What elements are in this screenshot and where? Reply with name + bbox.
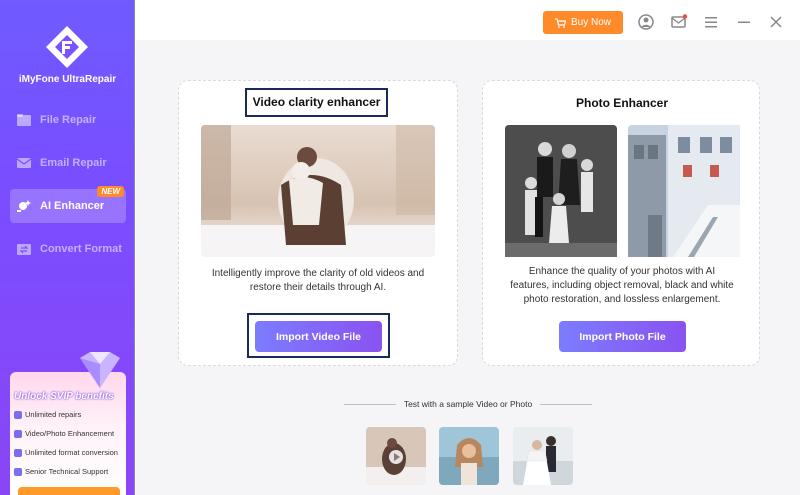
sample-photo-thumbnail-woman[interactable] <box>439 427 499 485</box>
cart-icon <box>554 17 566 28</box>
sidebar-item-convert-format[interactable]: Convert Format <box>10 232 126 266</box>
close-icon[interactable] <box>767 13 785 31</box>
convert-format-icon <box>17 244 31 255</box>
video-card-description: Intelligently improve the clarity of old… <box>211 268 425 293</box>
svip-benefit: Unlimited repairs <box>14 410 81 419</box>
svip-benefit: Senior Technical Support <box>14 467 108 476</box>
benefit-icon <box>14 410 22 419</box>
sidebar-item-label: AI Enhancer <box>40 200 105 212</box>
menu-icon[interactable] <box>702 13 720 31</box>
app-logo-icon <box>46 26 88 68</box>
sidebar-item-label: Email Repair <box>40 157 107 169</box>
import-photo-button[interactable]: Import Photo File <box>559 321 686 352</box>
buy-now-button[interactable]: Buy Now <box>543 11 623 34</box>
minimize-icon[interactable] <box>735 13 753 31</box>
photo-card-title: Photo Enhancer <box>575 96 668 110</box>
benefit-icon <box>14 429 22 438</box>
street-photo-image <box>628 125 740 257</box>
brand-name: iMyFone UltraRepair <box>18 74 117 85</box>
ai-enhancer-icon <box>17 200 31 212</box>
svip-upgrade-button[interactable] <box>18 487 120 495</box>
svip-benefit: Video/Photo Enhancement <box>14 429 114 438</box>
sidebar-item-ai-enhancer[interactable]: AI Enhancer NEW <box>10 186 126 223</box>
video-card-title: Video clarity enhancer <box>252 95 381 109</box>
new-badge: NEW <box>97 186 124 197</box>
video-enhancer-card[interactable]: Video clarity enhancer Intelligently imp… <box>178 80 458 366</box>
sample-label: Test with a sample Video or Photo <box>403 399 533 409</box>
divider <box>540 404 592 405</box>
svip-title: Unlock SVIP benefits <box>14 391 114 402</box>
photo-card-description: Enhance the quality of your photos with … <box>510 266 734 305</box>
sidebar-item-label: File Repair <box>40 114 97 126</box>
sidebar: iMyFone UltraRepair File Repair Email Re… <box>0 0 135 495</box>
sidebar-item-label: Convert Format <box>40 243 122 255</box>
email-icon <box>16 158 32 168</box>
main-content: Video clarity enhancer Intelligently imp… <box>136 40 800 495</box>
video-preview-image <box>201 125 435 257</box>
sample-photo-thumbnail-wedding[interactable] <box>513 427 573 485</box>
import-video-button[interactable]: Import Video File <box>255 321 382 352</box>
benefit-icon <box>14 448 22 457</box>
family-photo-image <box>505 125 617 257</box>
buy-now-label: Buy Now <box>570 17 611 28</box>
photo-enhancer-card[interactable]: Photo Enhancer Enhance the quality of yo… <box>482 80 760 366</box>
file-repair-icon <box>17 114 31 126</box>
svip-benefit: Unlimited format conversion <box>14 448 118 457</box>
mail-icon[interactable] <box>670 13 688 31</box>
sidebar-item-file-repair[interactable]: File Repair <box>10 103 126 137</box>
benefit-icon <box>14 467 22 476</box>
sidebar-item-email-repair[interactable]: Email Repair <box>10 146 126 180</box>
sample-video-thumbnail[interactable] <box>366 427 426 485</box>
diamond-icon <box>80 352 120 388</box>
account-icon[interactable] <box>637 13 655 31</box>
